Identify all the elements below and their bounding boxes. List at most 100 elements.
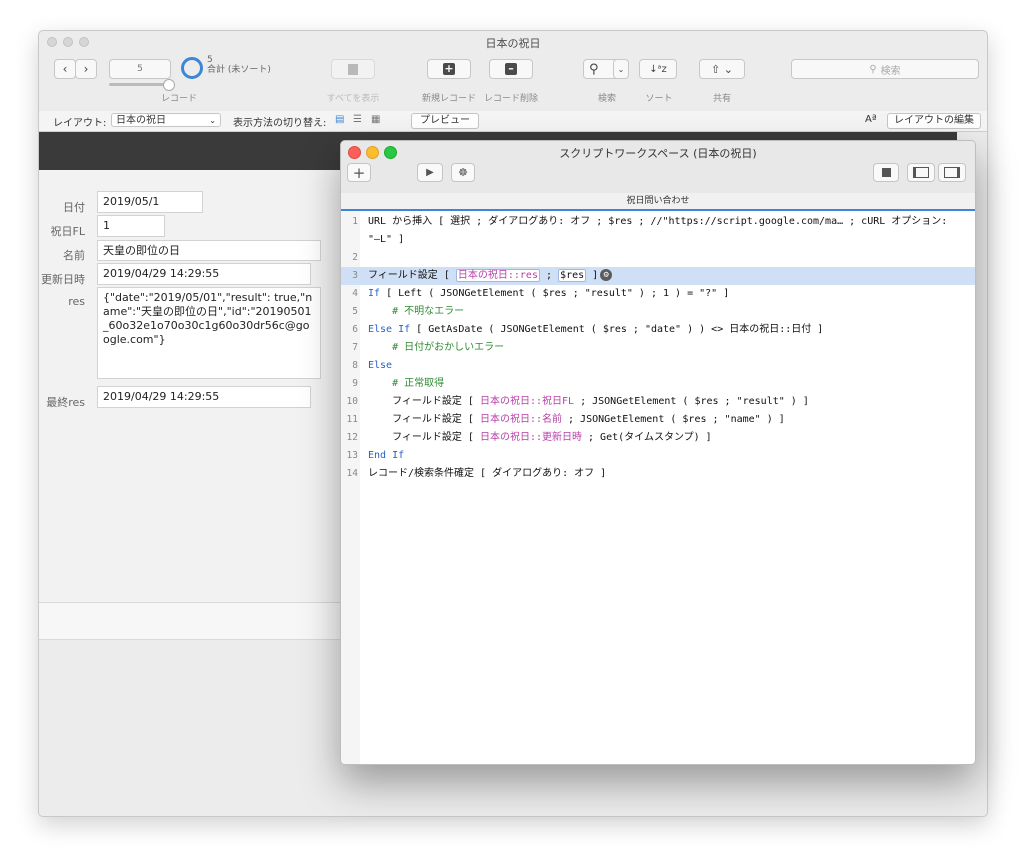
magnifier-icon: ⚲ [589, 61, 599, 77]
plus-icon: + [352, 163, 366, 182]
name-label: 名前 [63, 249, 85, 262]
chevron-down-icon: ⌄ [617, 64, 625, 74]
script-step-line[interactable]: 2 [341, 249, 975, 267]
res-field[interactable]: {"date":"2019/05/01","result": true,"nam… [97, 287, 321, 379]
field-reference: 日本の祝日::祝日FL [479, 396, 575, 407]
copy-script-button[interactable] [873, 163, 899, 182]
form-view-icon[interactable]: ▤ [335, 114, 344, 125]
step-text: ; [539, 270, 559, 281]
main-toolbar: ‹ › 5 5 合計 (未ソート) レコード すべてを表示 + 新規レコード –… [39, 53, 987, 112]
toggle-left-pane-button[interactable] [907, 163, 935, 182]
script-step-line[interactable]: 7 # 日付がおかしいエラー [341, 339, 975, 357]
search-placeholder: 検索 [880, 65, 901, 77]
layout-select-value: 日本の祝日 [116, 115, 166, 126]
script-step-line[interactable]: 11 フィールド設定 [ 日本の祝日::名前 ; JSONGetElement … [341, 411, 975, 429]
script-step-line[interactable]: 14 レコード/検索条件確定 [ ダイアログあり: オフ ] [341, 465, 975, 483]
step-text: ; JSONGetElement ( $res ; "name" ) ] [562, 414, 785, 425]
window-title: 日本の祝日 [485, 37, 541, 50]
script-step-line[interactable]: 3 フィールド設定 [ 日本の祝日::res ; $res ] ⚙ [341, 267, 975, 285]
res-label: res [68, 295, 85, 308]
script-step-text: Else [368, 357, 392, 375]
date-field[interactable]: 2019/05/1 [97, 191, 203, 213]
search-field[interactable]: ⚲ 検索 [791, 59, 979, 79]
date-label: 日付 [63, 201, 85, 214]
sort-az-icon: ↓ᵃz [649, 63, 667, 75]
show-all-label: すべてを表示 [326, 94, 380, 104]
step-text: URL から挿入 [ 選択 ; ダイアログあり: オフ ; $res ; //"… [368, 216, 948, 227]
toggle-right-pane-button[interactable] [938, 163, 966, 182]
script-step-text: URL から挿入 [ 選択 ; ダイアログあり: オフ ; $res ; //"… [368, 213, 947, 231]
layout-select[interactable]: 日本の祝日 ⌄ [111, 113, 221, 127]
layout-label: レイアウト: [53, 118, 107, 129]
edit-layout-button[interactable]: レイアウトの編集 [887, 113, 981, 129]
record-pie-icon [181, 57, 203, 79]
script-step-text: "–L" ] [368, 231, 404, 249]
minimize-window-button[interactable] [63, 37, 73, 47]
show-all-button[interactable] [331, 59, 375, 79]
prev-record-button[interactable]: ‹ [54, 59, 76, 79]
step-text: ; JSONGetElement ( $res ; "result" ) ] [574, 396, 809, 407]
new-script-button[interactable]: + [347, 163, 371, 182]
line-number: 8 [352, 360, 358, 371]
record-slider-thumb[interactable] [163, 79, 175, 91]
line-number: 5 [352, 306, 358, 317]
script-workspace-window: スクリプトワークスペース (日本の祝日) + ▶ ☸ 祝日問い合わせ 1 URL … [340, 140, 976, 765]
last-res-field[interactable]: 2019/04/29 14:29:55 [97, 386, 311, 408]
script-step-text: レコード/検索条件確定 [ ダイアログあり: オフ ] [368, 465, 606, 483]
show-all-icon [348, 63, 358, 75]
record-count-block: 5 合計 (未ソート) [207, 55, 271, 75]
script-step-line[interactable]: "–L" ] [341, 231, 975, 249]
step-text: フィールド設定 [ [368, 396, 480, 407]
font-size-icon[interactable]: Aª [865, 114, 877, 125]
next-record-button[interactable]: › [75, 59, 97, 79]
plus-icon: + [443, 62, 455, 75]
zoom-window-button[interactable] [79, 37, 89, 47]
script-step-line[interactable]: 4 If [ Left ( JSONGetElement ( $res ; "re… [341, 285, 975, 303]
close-window-button[interactable] [47, 37, 57, 47]
step-text: [ Left ( JSONGetElement ( $res ; "result… [380, 288, 730, 299]
share-button[interactable]: ⇧ ⌄ [699, 59, 745, 79]
find-menu-button[interactable]: ⌄ [613, 59, 629, 79]
chevron-left-icon: ‹ [62, 62, 68, 76]
share-label: 共有 [712, 94, 731, 104]
step-text: フィールド設定 [ [368, 270, 456, 281]
script-step-line[interactable]: 6 Else If [ GetAsDate ( JSONGetElement ( … [341, 321, 975, 339]
step-text: フィールド設定 [ [368, 432, 480, 443]
record-slider[interactable] [109, 79, 175, 91]
minus-icon: – [505, 63, 517, 75]
sort-button[interactable]: ↓ᵃz [639, 59, 677, 79]
new-record-button[interactable]: + [427, 59, 471, 79]
script-window-title: スクリプトワークスペース (日本の祝日) [559, 147, 757, 160]
script-step-line[interactable]: 5 # 不明なエラー [341, 303, 975, 321]
debug-script-button[interactable]: ☸ [451, 163, 475, 182]
line-number: 3 [352, 270, 358, 281]
script-step-line[interactable]: 9 # 正常取得 [341, 375, 975, 393]
script-step-line[interactable]: 8 Else [341, 357, 975, 375]
last-res-label: 最終res [46, 396, 85, 409]
flag-field[interactable]: 1 [97, 215, 165, 237]
name-field[interactable]: 天皇の即位の日 [97, 240, 321, 261]
list-view-icon[interactable]: ☰ [353, 114, 362, 125]
line-number: 9 [352, 378, 358, 389]
script-step-text: # 正常取得 [368, 375, 444, 393]
gear-icon[interactable]: ⚙ [600, 269, 613, 281]
step-text: ] [586, 270, 599, 281]
delete-record-button[interactable]: – [489, 59, 533, 79]
record-number-input[interactable]: 5 [109, 59, 171, 79]
table-view-icon[interactable]: ▦ [371, 114, 380, 125]
run-script-button[interactable]: ▶ [417, 163, 443, 182]
updated-field[interactable]: 2019/04/29 14:29:55 [97, 263, 311, 285]
control-keyword: If [368, 288, 381, 299]
step-text: レコード/検索条件確定 [ ダイアログあり: オフ ] [368, 468, 607, 479]
chevron-down-icon: ⌄ [209, 116, 216, 125]
step-text: フィールド設定 [ [368, 414, 480, 425]
script-step-line[interactable]: 12 フィールド設定 [ 日本の祝日::更新日時 ; Get(タイムスタンプ) … [341, 429, 975, 447]
script-step-line[interactable]: 10 フィールド設定 [ 日本の祝日::祝日FL ; JSONGetElemen… [341, 393, 975, 411]
script-tab[interactable]: 祝日問い合わせ [341, 193, 975, 211]
preview-button[interactable]: プレビュー [411, 113, 479, 129]
step-text: [ GetAsDate ( JSONGetElement ( $res ; "d… [410, 324, 824, 335]
script-step-line[interactable]: 1 URL から挿入 [ 選択 ; ダイアログあり: オフ ; $res ; //… [341, 213, 975, 231]
share-icon: ⇧ ⌄ [711, 62, 733, 76]
script-step-text: フィールド設定 [ 日本の祝日::更新日時 ; Get(タイムスタンプ) ] [368, 429, 712, 447]
script-step-line[interactable]: 13 End If [341, 447, 975, 465]
